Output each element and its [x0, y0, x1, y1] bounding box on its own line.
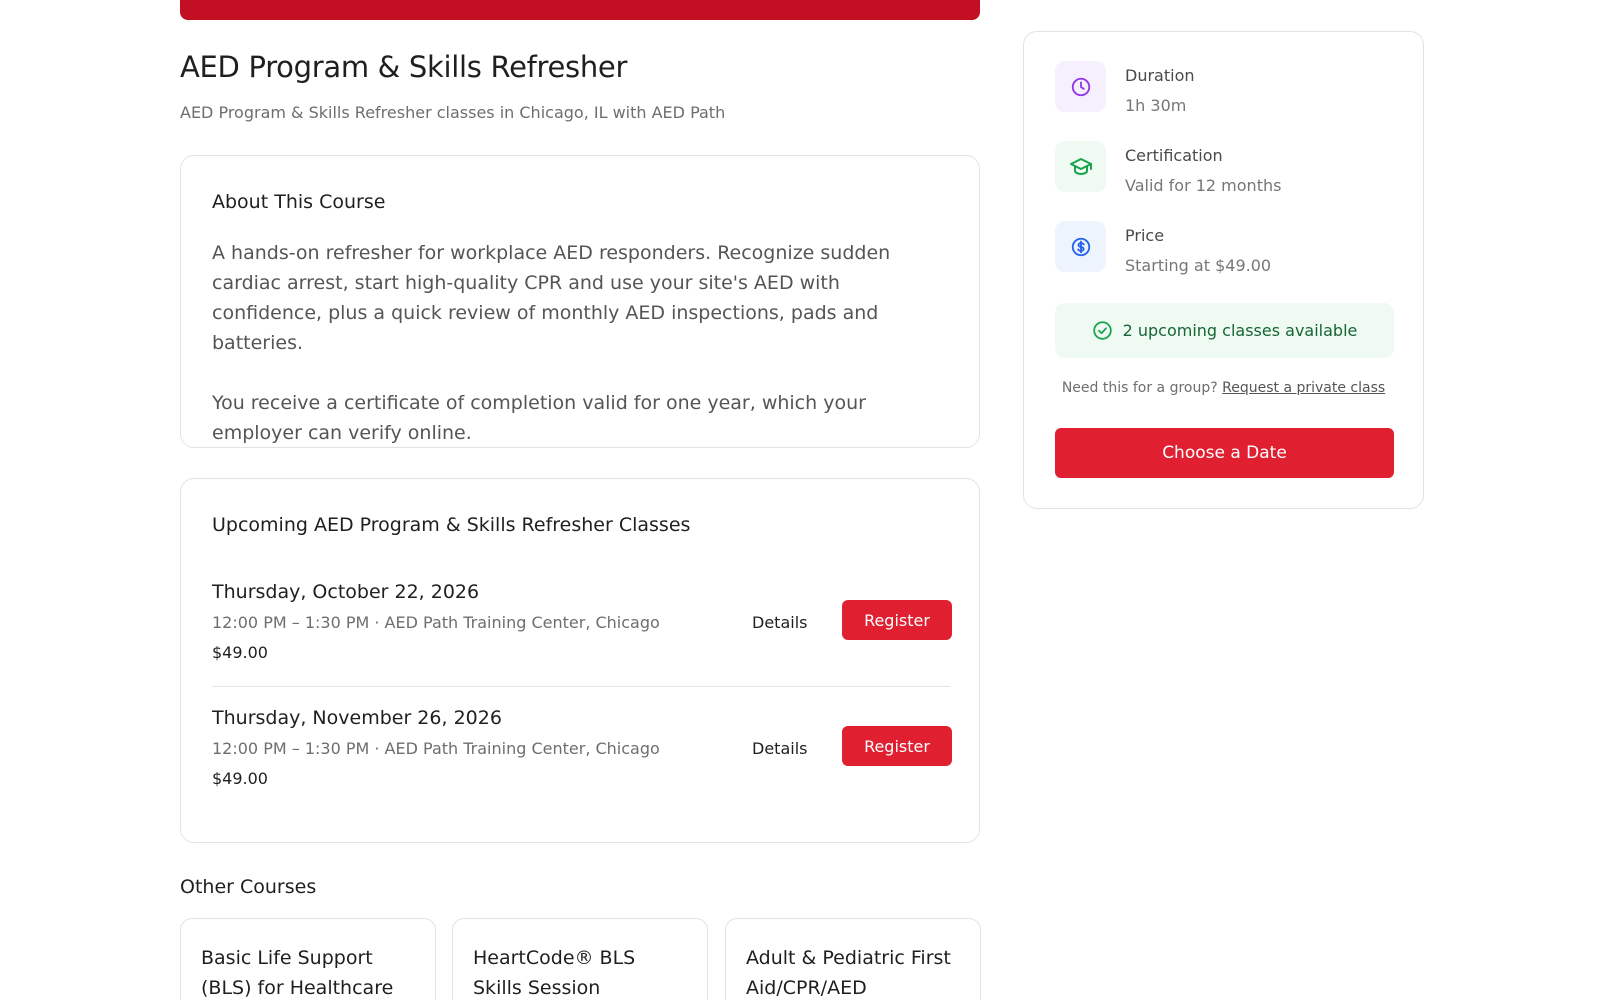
request-private-class-link[interactable]: Request a private class	[1222, 380, 1385, 396]
about-course-card: About This Course A hands-on refresher f…	[180, 155, 980, 448]
other-course-title: Basic Life Support (BLS) for Healthcare	[201, 947, 394, 999]
details-link[interactable]: Details	[752, 739, 807, 758]
other-course-card[interactable]: HeartCode® BLS Skills Session	[452, 918, 708, 1000]
dollar-icon	[1055, 221, 1106, 272]
upcoming-classes-card: Upcoming AED Program & Skills Refresher …	[180, 478, 980, 843]
upcoming-classes-heading: Upcoming AED Program & Skills Refresher …	[212, 514, 691, 536]
class-row: Thursday, November 26, 2026 12:00 PM – 1…	[212, 707, 952, 817]
page-title: AED Program & Skills Refresher	[180, 50, 628, 84]
class-time-location: 12:00 PM – 1:30 PM · AED Path Training C…	[212, 739, 660, 758]
other-course-card[interactable]: Adult & Pediatric First Aid/CPR/AED	[725, 918, 981, 1000]
check-circle-icon	[1092, 321, 1112, 340]
group-prompt: Need this for a group?	[1061, 380, 1218, 396]
register-button[interactable]: Register	[842, 600, 952, 640]
class-row: Thursday, October 22, 2026 12:00 PM – 1:…	[212, 581, 952, 691]
class-price: $49.00	[212, 769, 268, 788]
certification-label: Certification	[1125, 146, 1223, 165]
availability-badge: 2 upcoming classes available	[1055, 303, 1394, 358]
course-summary-sidebar: Duration 1h 30m Certification Valid for …	[1023, 31, 1424, 509]
price-value: Starting at $49.00	[1125, 256, 1272, 275]
about-heading: About This Course	[212, 191, 386, 213]
other-course-title: Adult & Pediatric First Aid/CPR/AED	[746, 947, 951, 999]
details-link[interactable]: Details	[752, 613, 807, 632]
other-courses-heading: Other Courses	[180, 876, 317, 898]
clock-icon	[1055, 61, 1106, 112]
duration-row: Duration 1h 30m	[1055, 61, 1395, 115]
price-row: Price Starting at $49.00	[1055, 221, 1395, 275]
duration-label: Duration	[1125, 66, 1195, 85]
price-label: Price	[1125, 226, 1165, 245]
certification-value: Valid for 12 months	[1125, 176, 1282, 195]
about-description: A hands-on refresher for workplace AED r…	[212, 238, 947, 448]
hero-banner-edge	[180, 0, 980, 20]
about-paragraph: You receive a certificate of completion …	[212, 392, 866, 444]
about-paragraph: A hands-on refresher for workplace AED r…	[212, 242, 891, 354]
graduation-cap-icon	[1055, 141, 1106, 192]
duration-value: 1h 30m	[1125, 96, 1187, 115]
class-divider	[212, 686, 950, 687]
class-price: $49.00	[212, 643, 268, 662]
certification-row: Certification Valid for 12 months	[1055, 141, 1395, 195]
choose-date-button[interactable]: Choose a Date	[1055, 428, 1394, 478]
other-course-title: HeartCode® BLS Skills Session	[473, 947, 636, 999]
page-subtitle: AED Program & Skills Refresher classes i…	[180, 103, 726, 122]
class-date: Thursday, November 26, 2026	[212, 707, 502, 729]
availability-text: 2 upcoming classes available	[1122, 321, 1358, 340]
class-date: Thursday, October 22, 2026	[212, 581, 480, 603]
class-time-location: 12:00 PM – 1:30 PM · AED Path Training C…	[212, 613, 660, 632]
register-button[interactable]: Register	[842, 726, 952, 766]
other-course-card[interactable]: Basic Life Support (BLS) for Healthcare	[180, 918, 436, 1000]
group-request-line: Need this for a group? Request a private…	[1024, 380, 1423, 396]
